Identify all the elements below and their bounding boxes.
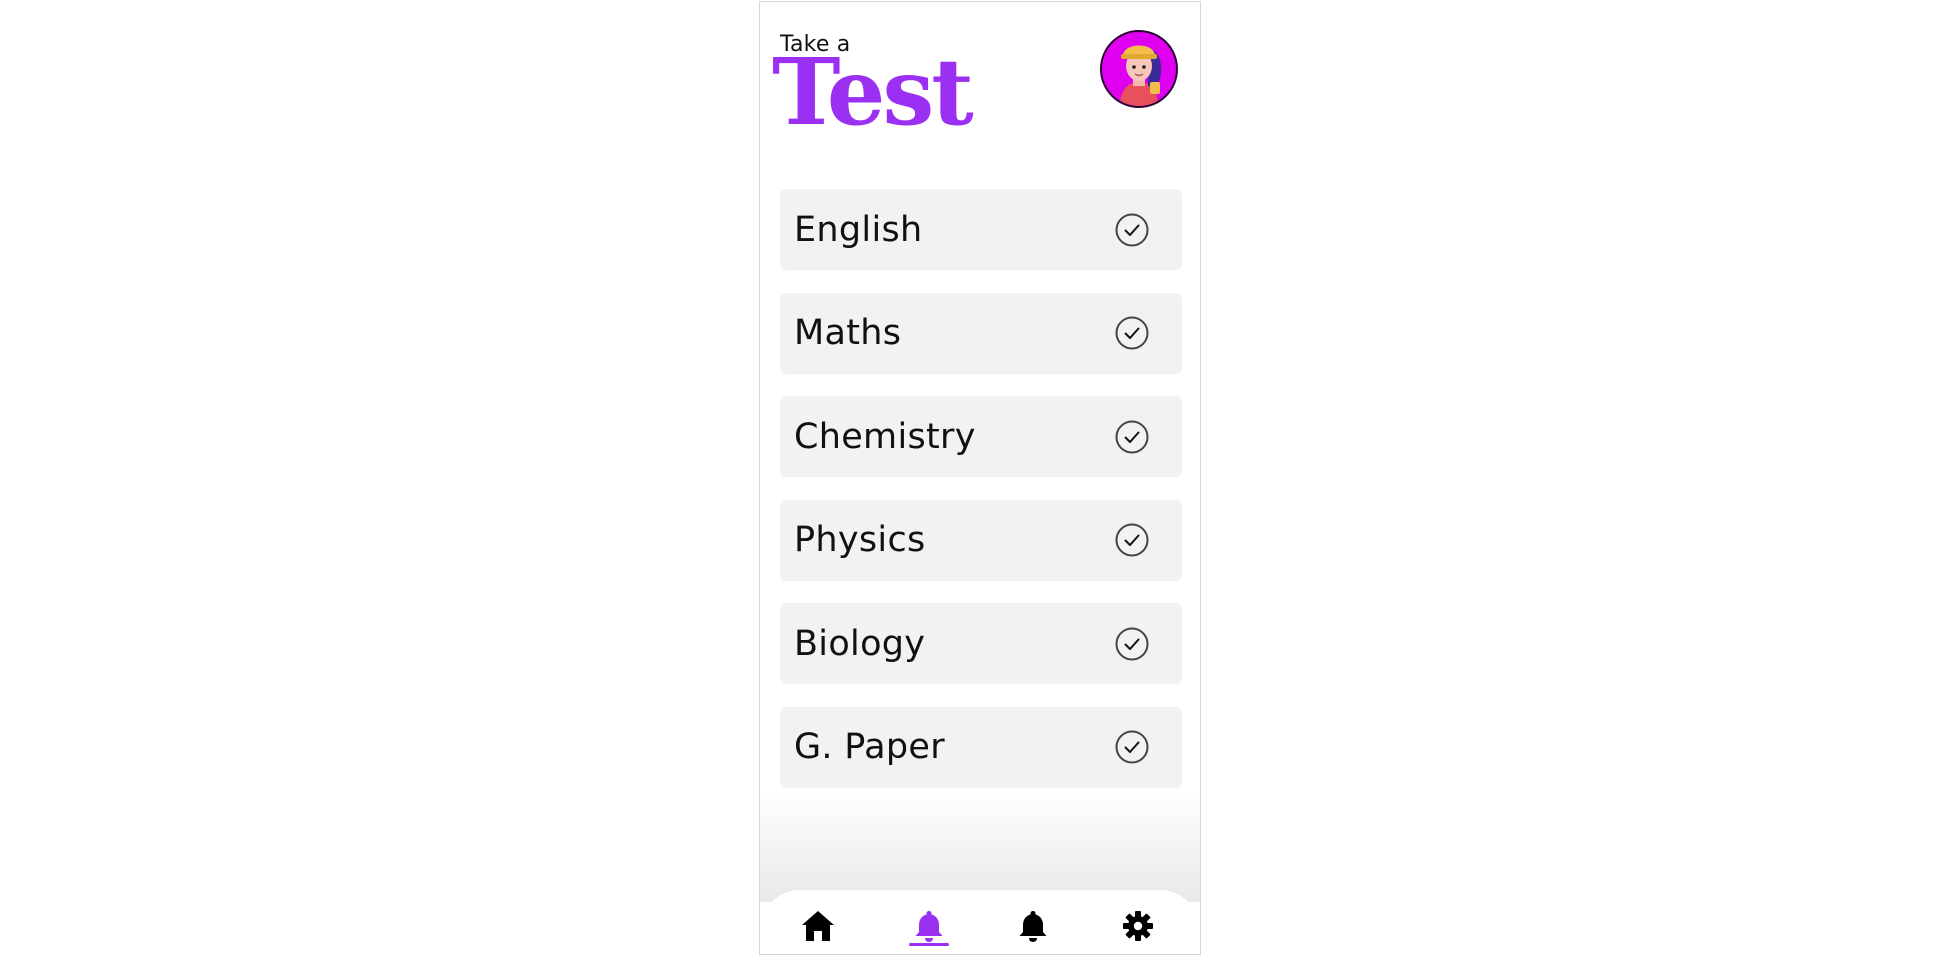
check-circle-icon [1115, 213, 1149, 246]
subject-item-maths[interactable]: Maths [780, 292, 1182, 374]
bell-icon [1019, 911, 1047, 942]
bell-icon [915, 911, 943, 942]
active-tab-indicator [909, 943, 949, 946]
subject-label: Chemistry [794, 416, 976, 457]
page-title: Test [772, 38, 974, 146]
subject-item-biology[interactable]: Biology [780, 603, 1182, 684]
phone-screen: Take a Test English Maths Chemistry Phys… [759, 1, 1201, 955]
subject-label: English [794, 209, 923, 250]
check-circle-icon [1115, 627, 1149, 660]
bottom-nav [760, 890, 1200, 954]
check-circle-icon [1115, 316, 1149, 350]
subject-label: Maths [794, 313, 902, 353]
home-icon [802, 911, 834, 941]
subject-item-physics[interactable]: Physics [780, 499, 1182, 581]
subject-label: Physics [794, 520, 926, 560]
avatar-icon [1120, 45, 1162, 106]
nav-settings-button[interactable] [1116, 904, 1160, 948]
check-circle-icon [1115, 523, 1149, 557]
nav-notifications-button[interactable] [1011, 904, 1055, 948]
nav-notifications-active-button[interactable] [907, 904, 951, 948]
nav-home-button[interactable] [796, 904, 840, 948]
avatar[interactable] [1100, 30, 1178, 108]
subject-label: Biology [794, 623, 926, 664]
subject-item-english[interactable]: English [780, 189, 1182, 270]
subject-list: English Maths Chemistry Physics Biology … [780, 189, 1182, 810]
subject-item-chemistry[interactable]: Chemistry [780, 396, 1182, 477]
check-circle-icon [1115, 420, 1149, 453]
subject-label: G. Paper [794, 727, 945, 767]
subject-item-g-paper[interactable]: G. Paper [780, 706, 1182, 788]
check-circle-icon [1115, 730, 1149, 764]
gear-icon [1123, 911, 1153, 941]
bottom-fade [760, 792, 1200, 902]
